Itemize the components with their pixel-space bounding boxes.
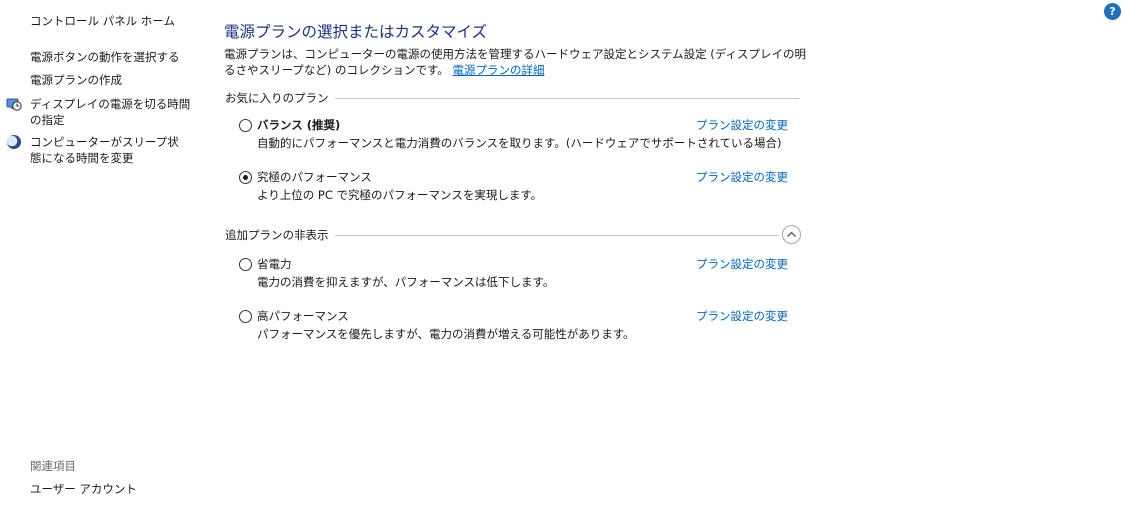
plan-description: 自動的にパフォーマンスと電力消費のバランスを取ります。(ハードウェアでサポートさ… [257,136,782,150]
choose-power-buttons-link[interactable]: 電源ボタンの動作を選択する [30,49,180,65]
power-plans-details-link[interactable]: 電源プランの詳細 [452,63,544,77]
plan-radio[interactable] [239,119,252,132]
plan-radio[interactable] [239,171,252,184]
plan-radio[interactable] [239,310,252,323]
plan-description: パフォーマンスを優先しますが、電力の消費が増える可能性があります。 [257,327,635,341]
moon-icon [6,134,22,150]
display-clock-icon [6,96,22,112]
favorites-label: お気に入りのプラン [225,90,335,106]
change-plan-settings-link[interactable]: プラン設定の変更 [696,117,788,133]
plan-description: 電力の消費を抑えますが、パフォーマンスは低下します。 [257,275,555,289]
change-plan-settings-link[interactable]: プラン設定の変更 [696,308,788,324]
page-title: 電源プランの選択またはカスタマイズ [224,23,488,41]
related-items-heading: 関連項目 [30,459,76,473]
hidden-plans-group-header: 追加プランの非表示 [225,227,779,243]
page-description: 電源プランは、コンピューターの電源の使用方法を管理するハードウェア設定とシステム… [224,46,809,78]
plan-name[interactable]: バランス (推奨) [257,117,340,133]
plan-balanced: バランス (推奨) 自動的にパフォーマンスと電力消費のバランスを取ります。(ハー… [239,116,799,152]
plan-description: より上位の PC で究極のパフォーマンスを実現します。 [257,188,543,202]
plan-power-saver: 省電力 電力の消費を抑えますが、パフォーマンスは低下します。 プラン設定の変更 [239,255,799,291]
user-accounts-link[interactable]: ユーザー アカウント [30,481,137,497]
turn-off-display-link[interactable]: ディスプレイの電源を切る時間の指定 [30,96,200,128]
plan-name[interactable]: 究極のパフォーマンス [257,169,372,185]
help-icon[interactable]: ? [1104,3,1121,20]
power-options-window: コントロール パネル ホーム 電源ボタンの動作を選択する 電源プランの作成 ディ… [0,0,1123,516]
change-plan-settings-link[interactable]: プラン設定の変更 [696,256,788,272]
plan-name[interactable]: 省電力 [257,256,292,272]
plan-radio[interactable] [239,258,252,271]
chevron-up-circle-icon[interactable] [782,225,801,244]
favorites-group-header: お気に入りのプラン [225,90,799,106]
change-plan-settings-link[interactable]: プラン設定の変更 [696,169,788,185]
plan-name[interactable]: 高パフォーマンス [257,308,349,324]
plan-high-performance: 高パフォーマンス パフォーマンスを優先しますが、電力の消費が増える可能性がありま… [239,307,799,343]
hidden-plans-label: 追加プランの非表示 [225,227,335,243]
sidebar: コントロール パネル ホーム 電源ボタンの動作を選択する 電源プランの作成 ディ… [0,0,205,516]
sleep-time-link[interactable]: コンピューターがスリープ状態になる時間を変更 [30,134,190,166]
plan-ultimate-performance: 究極のパフォーマンス より上位の PC で究極のパフォーマンスを実現します。 プ… [239,168,799,204]
create-power-plan-link[interactable]: 電源プランの作成 [30,72,122,88]
control-panel-home-link[interactable]: コントロール パネル ホーム [30,13,175,29]
